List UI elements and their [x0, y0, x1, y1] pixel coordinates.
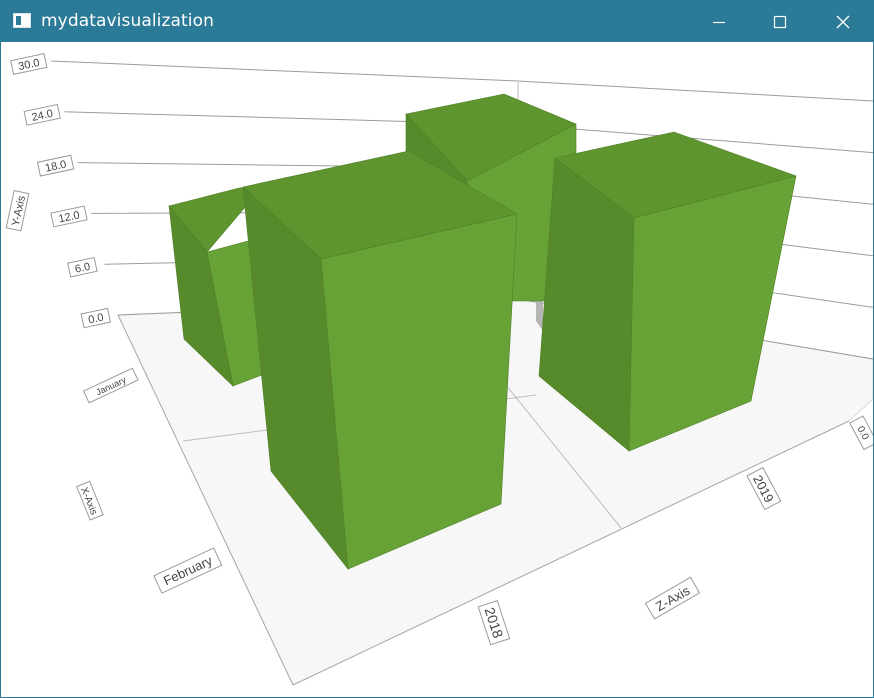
- y-tick: 24.0: [23, 103, 61, 126]
- maximize-icon: [773, 15, 787, 28]
- app-window-icon: [13, 13, 31, 28]
- gridline: [50, 60, 873, 102]
- y-tick: 12.0: [50, 205, 88, 228]
- minimize-icon: [713, 21, 725, 23]
- y-tick: 18.0: [36, 154, 75, 177]
- side-tick-label: 0.0: [849, 415, 873, 451]
- z-category-2018: 2018: [477, 599, 511, 646]
- x-category-january: January: [82, 367, 139, 404]
- close-button[interactable]: [813, 1, 873, 42]
- x-axis-title: X-Axis: [76, 480, 104, 521]
- y-axis-title: Y-Axis: [5, 189, 30, 232]
- app-window: mydatavisualization 0.0 6.0 12.0 18.0 24.0 30…: [0, 0, 874, 698]
- y-tick: 30.0: [10, 53, 48, 75]
- y-tick: 6.0: [67, 256, 98, 278]
- window-title: mydatavisualization: [41, 11, 214, 31]
- x-category-february: February: [153, 547, 223, 594]
- close-icon: [836, 15, 850, 28]
- chart-area[interactable]: 0.0 6.0 12.0 18.0 24.0 30.0 Y-Axis X-Axis Jan…: [1, 42, 873, 697]
- maximize-button[interactable]: [750, 1, 810, 42]
- title-bar[interactable]: mydatavisualization: [1, 1, 873, 42]
- z-axis-title: Z-Axis: [644, 576, 701, 620]
- z-category-2019: 2019: [746, 466, 782, 511]
- y-tick: 0.0: [80, 307, 112, 329]
- y-tick-labels: 0.0 6.0 12.0 18.0 24.0 30.0: [10, 53, 112, 329]
- chart-3d-bar[interactable]: 0.0 6.0 12.0 18.0 24.0 30.0 Y-Axis X-Axis Jan…: [1, 42, 873, 697]
- minimize-button[interactable]: [689, 1, 749, 42]
